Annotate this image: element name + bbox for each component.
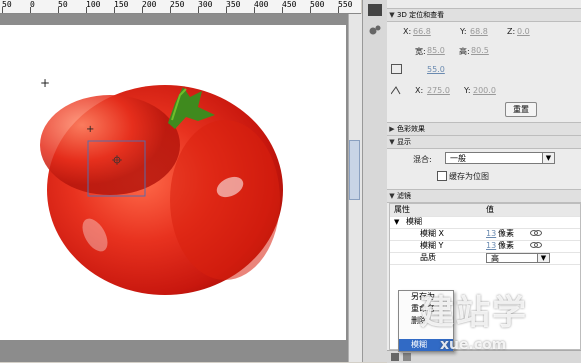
ruler-tick xyxy=(254,7,255,13)
panel-icon[interactable] xyxy=(368,4,382,16)
ruler-tick-label: 150 xyxy=(114,0,129,9)
y-value[interactable]: 68.8 xyxy=(470,27,488,36)
ruler-tick xyxy=(114,7,115,13)
watermark-sub: xue.com xyxy=(440,337,507,353)
vp-x-value[interactable]: 275.0 xyxy=(427,86,450,95)
x-label: X: xyxy=(403,27,412,36)
ruler-tick-label: 550 xyxy=(338,0,353,9)
reset-button[interactable]: 重置 xyxy=(505,102,537,117)
quality-select[interactable]: 高 ▼ xyxy=(486,253,550,263)
z-label: Z: xyxy=(507,27,516,36)
cache-checkbox[interactable] xyxy=(437,171,447,181)
ruler-tick xyxy=(226,7,227,13)
horizontal-ruler: 50 0 50 100 150 200 250 300 350 400 450 500 550 xyxy=(0,0,361,14)
chevron-right-icon: ▶ xyxy=(389,125,395,133)
tomato-artwork[interactable]: + + xyxy=(0,25,346,340)
ruler-tick-label: 450 xyxy=(282,0,297,9)
width-value[interactable]: 85.0 xyxy=(427,46,445,55)
table-row[interactable]: 品质 高 ▼ xyxy=(390,252,580,265)
ruler-tick-label: 300 xyxy=(198,0,213,9)
add-filter-icon[interactable] xyxy=(391,353,399,361)
ruler-tick xyxy=(142,7,143,13)
z-value[interactable]: 0.0 xyxy=(517,27,530,36)
ruler-tick xyxy=(86,7,87,13)
ruler-tick xyxy=(2,7,3,13)
blur-x-value[interactable]: 13 xyxy=(486,228,496,240)
gear-icon[interactable] xyxy=(368,24,382,36)
y-label: Y: xyxy=(460,27,467,36)
vp-x-label: X: xyxy=(415,86,424,95)
ruler-tick xyxy=(58,7,59,13)
ruler-tick xyxy=(310,7,311,13)
chevron-down-icon: ▼ xyxy=(389,138,395,146)
blend-label: 混合: xyxy=(413,155,432,164)
ruler-tick xyxy=(338,7,339,13)
section-display-header[interactable]: ▼ 显示 xyxy=(387,135,581,149)
chevron-down-icon: ▼ xyxy=(542,153,554,163)
ruler-tick-label: 100 xyxy=(86,0,101,9)
height-value[interactable]: 80.5 xyxy=(471,46,489,55)
ruler-tick-label: 250 xyxy=(170,0,185,9)
section-filter-header[interactable]: ▼ 滤镜 xyxy=(387,189,581,203)
preset-icon[interactable] xyxy=(403,353,411,361)
column-header-property: 属性 xyxy=(394,205,410,214)
ruler-tick xyxy=(170,7,171,13)
chevron-down-icon: ▼ xyxy=(394,218,400,226)
camera-icon xyxy=(391,64,402,74)
ruler-tick-label: 50 xyxy=(2,0,12,9)
scrollbar-thumb[interactable] xyxy=(349,140,360,200)
cache-label: 缓存为位图 xyxy=(449,172,489,181)
watermark: 建站学 xyxy=(420,293,528,333)
chevron-down-icon: ▼ xyxy=(389,11,395,19)
section-color-effect-header[interactable]: ▶ 色彩效果 xyxy=(387,122,581,136)
vanishing-point-icon xyxy=(390,86,401,95)
chevron-down-icon: ▼ xyxy=(537,254,549,262)
perspective-value[interactable]: 55.0 xyxy=(427,65,445,74)
ruler-tick-label: 500 xyxy=(310,0,325,9)
canvas[interactable]: + + xyxy=(0,25,346,340)
blur-y-value[interactable]: 13 xyxy=(486,240,496,252)
svg-text:+: + xyxy=(86,124,94,135)
ruler-tick-label: 400 xyxy=(254,0,269,9)
vp-y-value[interactable]: 200.0 xyxy=(473,86,496,95)
blend-select[interactable]: 一般 ▼ xyxy=(445,152,555,164)
ruler-tick-label: 50 xyxy=(58,0,68,9)
ruler-tick-label: 350 xyxy=(226,0,241,9)
vp-y-label: Y: xyxy=(464,86,471,95)
height-label: 高: xyxy=(459,47,470,56)
chevron-down-icon: ▼ xyxy=(389,192,395,200)
svg-text:+: + xyxy=(40,76,50,90)
ruler-tick-label: 200 xyxy=(142,0,157,9)
section-3d-header[interactable]: ▼ 3D 定位和查看 xyxy=(387,8,581,22)
x-value[interactable]: 66.8 xyxy=(413,27,431,36)
tool-strip xyxy=(362,0,388,362)
column-header-value: 值 xyxy=(486,205,494,214)
ruler-tick xyxy=(198,7,199,13)
ruler-tick xyxy=(30,7,31,13)
width-label: 宽: xyxy=(415,47,426,56)
ruler-tick xyxy=(282,7,283,13)
